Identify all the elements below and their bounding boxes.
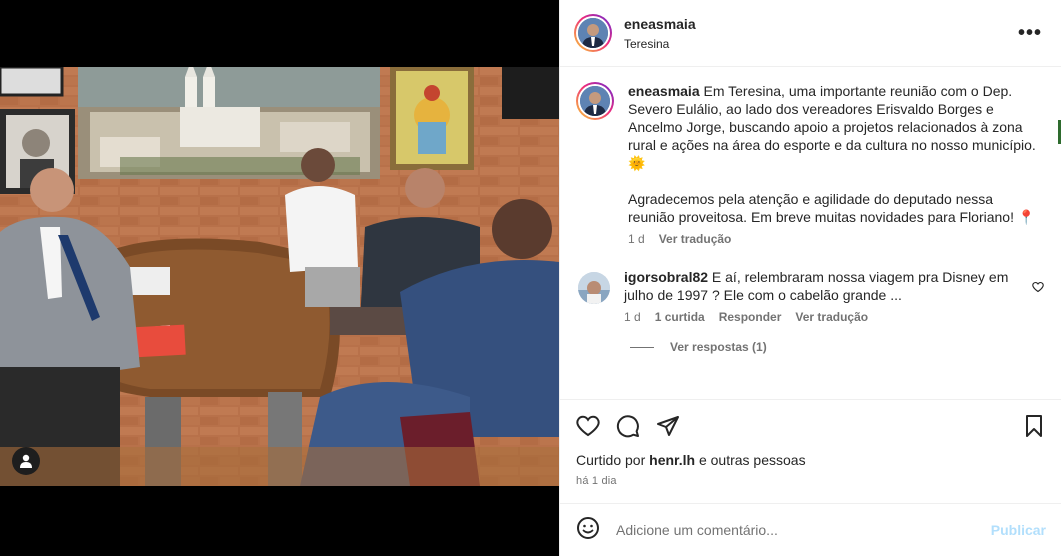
- author-avatar[interactable]: [574, 14, 612, 52]
- post-caption: eneasmaia Em Teresina, uma importante re…: [576, 68, 1046, 246]
- likes-suffix: e outras pessoas: [695, 452, 806, 468]
- caption-meta: 1 d Ver tradução: [628, 232, 1043, 246]
- comment-meta: 1 d 1 curtida Responder Ver tradução: [624, 310, 1029, 324]
- author-username[interactable]: eneasmaia: [624, 16, 696, 32]
- caption-translate-link[interactable]: Ver tradução: [659, 232, 732, 246]
- comment-input[interactable]: [616, 522, 976, 538]
- post-side-panel: eneasmaia Teresina ••• eneasmaia Em Tere…: [559, 0, 1061, 556]
- add-comment-bar: Publicar: [560, 503, 1061, 556]
- caption-body-text: Em Teresina, uma importante reunião com …: [628, 83, 1036, 225]
- likes-user[interactable]: henr.lh: [649, 452, 695, 468]
- likes-prefix: Curtido por: [576, 452, 650, 468]
- view-replies-button[interactable]: Ver respostas (1): [630, 340, 1046, 354]
- post-header: eneasmaia Teresina •••: [560, 0, 1061, 67]
- comment-reply-button[interactable]: Responder: [719, 310, 782, 324]
- view-replies-label: Ver respostas (1): [670, 340, 767, 354]
- commenter-avatar[interactable]: [578, 272, 610, 304]
- post-modal: eneasmaia Teresina ••• eneasmaia Em Tere…: [0, 0, 1061, 556]
- heart-icon[interactable]: [576, 414, 600, 438]
- likes-summary[interactable]: Curtido por henr.lh e outras pessoas: [576, 452, 1046, 468]
- publish-button[interactable]: Publicar: [991, 522, 1046, 538]
- action-icons-row: [576, 400, 1046, 452]
- comment-translate-link[interactable]: Ver tradução: [795, 310, 868, 324]
- comment-text: igorsobral82 E aí, relembraram nossa via…: [624, 268, 1029, 304]
- replies-divider: [630, 346, 654, 348]
- user-tag-icon[interactable]: [12, 447, 40, 475]
- caption-text: eneasmaia Em Teresina, uma importante re…: [628, 82, 1043, 226]
- comment-age[interactable]: 1 d: [624, 310, 641, 324]
- post-media-area: [0, 0, 559, 556]
- bookmark-icon[interactable]: [1022, 414, 1046, 438]
- post-location[interactable]: Teresina: [624, 37, 696, 51]
- comment-icon[interactable]: [616, 414, 640, 438]
- comment-like-heart-icon[interactable]: [1032, 280, 1044, 298]
- more-options-icon[interactable]: •••: [1018, 22, 1042, 45]
- share-icon[interactable]: [656, 414, 680, 438]
- post-actions: Curtido por henr.lh e outras pessoas há …: [560, 399, 1061, 503]
- comment-item: igorsobral82 E aí, relembraram nossa via…: [576, 268, 1046, 324]
- comment-likes-count[interactable]: 1 curtida: [655, 310, 705, 324]
- post-timestamp[interactable]: há 1 dia: [576, 475, 1046, 487]
- caption-username[interactable]: eneasmaia: [628, 83, 700, 99]
- comments-list: eneasmaia Em Teresina, uma importante re…: [560, 68, 1061, 398]
- caption-author-avatar[interactable]: [576, 82, 614, 120]
- post-photo[interactable]: [0, 67, 559, 486]
- emoji-icon[interactable]: [576, 516, 600, 545]
- commenter-username[interactable]: igorsobral82: [624, 269, 708, 285]
- caption-age[interactable]: 1 d: [628, 232, 645, 246]
